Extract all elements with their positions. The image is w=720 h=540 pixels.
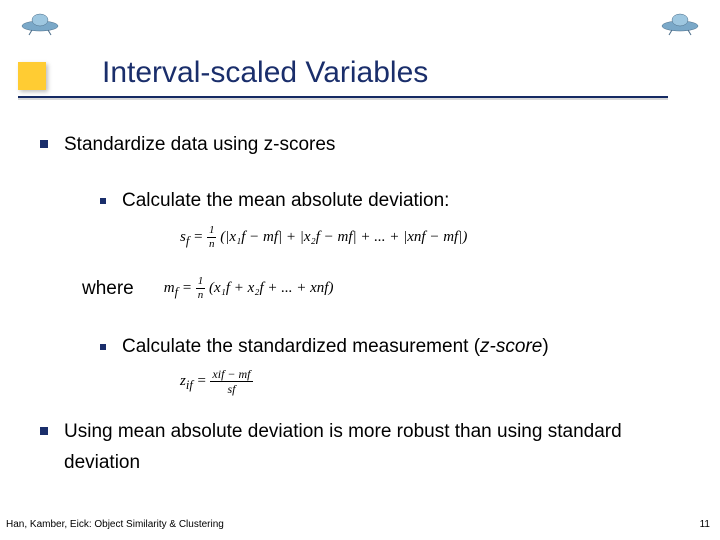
bullet-level2: Calculate the mean absolute deviation: (100, 186, 680, 216)
fraction: 1n (207, 225, 217, 250)
title-shadow (18, 98, 668, 100)
eq: = (189, 229, 207, 245)
slide: Interval-scaled Variables Standardize da… (0, 0, 720, 540)
eq: = (193, 373, 211, 389)
fraction: xif − mfsf (210, 368, 252, 395)
title-accent-box (18, 62, 46, 90)
bullet-text: Standardize data using z-scores (64, 130, 335, 160)
terms: (|x₁f − mf| + |x₂f − mf| + ... + |xnf − … (220, 229, 467, 245)
square-bullet-icon (40, 427, 48, 435)
bullet-text: Calculate the mean absolute deviation: (122, 186, 449, 216)
bullet-text: Calculate the standardized measurement (… (122, 332, 549, 362)
bullet-level1: Using mean absolute deviation is more ro… (40, 417, 680, 478)
formula-zscore: zif = xif − mfsf (180, 368, 680, 395)
bullet-level2: Calculate the standardized measurement (… (100, 332, 680, 362)
bullet-level1: Standardize data using z-scores (40, 130, 680, 160)
denom: sf (210, 382, 252, 395)
formula-mad: sf = 1n (|x₁f − mf| + |x₂f − mf| + ... +… (180, 223, 680, 252)
sub: if (186, 378, 193, 392)
slide-title: Interval-scaled Variables (102, 56, 428, 90)
fraction: 1n (196, 276, 206, 301)
numer: xif − mf (210, 368, 252, 382)
ufo-icon (20, 10, 60, 36)
numer: 1 (207, 225, 217, 238)
bullet-text: Using mean absolute deviation is more ro… (64, 417, 680, 478)
txt: ) (542, 336, 548, 357)
var: m (164, 280, 175, 296)
square-bullet-icon (100, 344, 106, 350)
terms: (x₁f + x₂f + ... + xnf) (209, 280, 334, 296)
zscore-em: z-score (480, 336, 542, 357)
formula-mean: mf = 1n (x₁f + x₂f + ... + xnf) (164, 276, 334, 302)
ufo-icon (660, 10, 700, 36)
denom: n (207, 238, 217, 250)
footer-left: Han, Kamber, Eick: Object Similarity & C… (6, 519, 224, 530)
slide-number: 11 (700, 519, 710, 530)
footer: Han, Kamber, Eick: Object Similarity & C… (6, 519, 710, 530)
eq: = (178, 280, 196, 296)
denom: n (196, 289, 206, 301)
where-row: where mf = 1n (x₁f + x₂f + ... + xnf) (82, 274, 680, 304)
where-label: where (82, 274, 134, 304)
numer: 1 (196, 276, 206, 289)
txt: Calculate the standardized measurement ( (122, 336, 480, 357)
square-bullet-icon (100, 198, 106, 204)
body-content: Standardize data using z-scores Calculat… (40, 130, 680, 478)
square-bullet-icon (40, 140, 48, 148)
